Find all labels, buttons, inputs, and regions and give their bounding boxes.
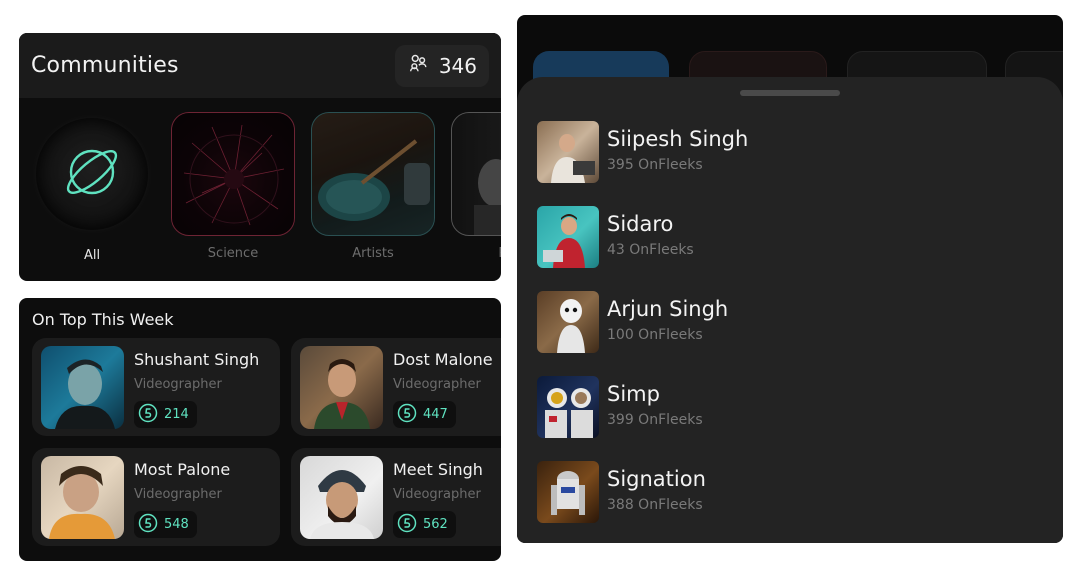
communities-panel: Communities 346 All Science Artists [19,33,501,281]
user-list-item[interactable]: Arjun Singh 100 OnFleeks [537,291,1037,353]
user-name: Arjun Singh [607,297,729,321]
creator-role: Videographer [393,377,481,392]
creator-role: Videographer [393,487,481,502]
members-count: 346 [438,53,477,78]
on-top-panel: On Top This Week Shushant Singh Videogra… [19,298,501,561]
score-value: 447 [423,407,448,422]
avatar [537,376,599,438]
user-name: Simp [607,382,660,406]
creator-name: Most Palone [134,460,231,479]
coin-icon [397,513,417,537]
communities-carousel: All Science Artists [19,98,501,281]
all-communities-circle [36,118,148,230]
user-list-item[interactable]: Siipesh Singh 395 OnFleeks [537,121,1037,183]
creator-card[interactable]: Meet Singh Videographer 562 [291,448,501,546]
avatar [537,291,599,353]
score-value: 548 [164,517,189,532]
community-psychology[interactable]: Psyc [451,112,501,261]
coin-icon [138,403,158,427]
community-label: All [83,248,101,263]
members-count-button[interactable]: 346 [394,44,489,87]
score-value: 214 [164,407,189,422]
score-badge: 548 [134,511,197,538]
artists-image [311,112,435,236]
user-list-item[interactable]: Sidaro 43 OnFleeks [537,206,1037,268]
coin-icon [397,403,417,427]
community-all[interactable]: All [30,112,154,263]
science-image [171,112,295,236]
user-list-item[interactable]: Simp 399 OnFleeks [537,376,1037,438]
user-onfleeks: 100 OnFleeks [607,327,703,343]
community-label: Science [207,246,259,261]
user-onfleeks: 399 OnFleeks [607,412,703,428]
avatar [41,456,124,539]
creator-name: Dost Malone [393,350,493,369]
avatar [300,456,383,539]
user-onfleeks: 395 OnFleeks [607,157,703,173]
bottom-sheet: Siipesh Singh 395 OnFleeks Sidaro 43 OnF… [517,77,1063,543]
user-name: Sidaro [607,212,674,236]
score-badge: 214 [134,401,197,428]
avatar [537,121,599,183]
creator-name: Meet Singh [393,460,483,479]
avatar [41,346,124,429]
score-badge: 562 [393,511,456,538]
user-list-item[interactable]: Signation 388 OnFleeks [537,461,1037,523]
community-science[interactable]: Science [171,112,295,261]
creator-name: Shushant Singh [134,350,260,369]
avatar [537,206,599,268]
psychology-image [451,112,501,236]
user-name: Siipesh Singh [607,127,749,151]
creator-role: Videographer [134,487,222,502]
communities-header: Communities 346 [19,33,501,98]
score-badge: 447 [393,401,456,428]
user-name: Signation [607,467,706,491]
avatar [300,346,383,429]
user-list-panel: Siipesh Singh 395 OnFleeks Sidaro 43 OnF… [517,15,1063,543]
avatar [537,461,599,523]
creator-role: Videographer [134,377,222,392]
creator-card[interactable]: Dost Malone Videographer 447 [291,338,501,436]
community-label: Psyc [451,246,501,261]
user-onfleeks: 43 OnFleeks [607,242,694,258]
communities-title: Communities [31,53,179,78]
on-top-title: On Top This Week [32,310,174,329]
community-artists[interactable]: Artists [311,112,435,261]
sheet-drag-handle[interactable] [740,90,840,96]
planet-icon [61,141,123,207]
score-value: 562 [423,517,448,532]
user-onfleeks: 388 OnFleeks [607,497,703,513]
creator-card[interactable]: Shushant Singh Videographer 214 [32,338,280,436]
people-icon [407,52,429,79]
coin-icon [138,513,158,537]
community-label: Artists [352,246,394,261]
creator-card[interactable]: Most Palone Videographer 548 [32,448,280,546]
